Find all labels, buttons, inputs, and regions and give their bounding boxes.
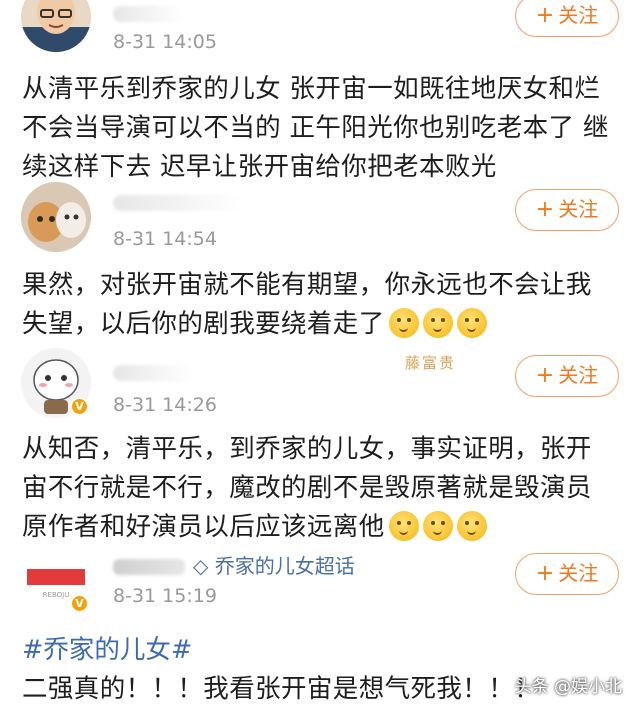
avatar[interactable] bbox=[21, 182, 91, 252]
follow-label: 关注 bbox=[558, 197, 599, 221]
plus-icon: + bbox=[535, 561, 555, 586]
comment-text: 果然，对张开宙就不能有期望，你永远也不会让我 失望，以后你的剧我要绕着走了 bbox=[22, 266, 627, 344]
header-decoration: 藤富贵 bbox=[405, 354, 457, 372]
comment-time: 8-31 14:54 bbox=[113, 228, 217, 250]
emoji-icon bbox=[388, 308, 419, 338]
comment-time: 8-31 14:05 bbox=[113, 31, 217, 53]
follow-button[interactable]: + 关注 bbox=[515, 189, 619, 231]
nickname[interactable] bbox=[113, 195, 243, 211]
follow-button[interactable]: + 关注 bbox=[515, 0, 619, 37]
comment-time: 8-31 15:19 bbox=[113, 585, 217, 607]
follow-button[interactable]: + 关注 bbox=[515, 553, 619, 595]
hashtag-link[interactable]: #乔家的儿女# bbox=[22, 629, 192, 666]
emoji-icon bbox=[456, 511, 487, 541]
avatar[interactable] bbox=[21, 0, 91, 52]
comment-body: 果然，对张开宙就不能有期望，你永远也不会让我 失望，以后你的剧我要绕着走了 bbox=[22, 270, 592, 339]
plus-icon: + bbox=[535, 363, 555, 388]
emoji-icon bbox=[422, 511, 453, 541]
emoji-icon bbox=[388, 511, 419, 541]
verified-badge: V bbox=[70, 397, 89, 416]
avatar-text: REBOJU bbox=[43, 591, 70, 599]
comment-text: 二强真的！！！我看张开宙是想气死我！！！ bbox=[22, 674, 541, 704]
cats-avatar-icon bbox=[21, 182, 91, 252]
verified-badge: V bbox=[70, 594, 89, 613]
follow-label: 关注 bbox=[558, 561, 599, 585]
nickname[interactable] bbox=[113, 559, 185, 575]
plus-icon: + bbox=[535, 3, 555, 28]
topic-row[interactable]: ◇ 乔家的儿女超话 bbox=[113, 550, 355, 579]
comment-time: 8-31 14:26 bbox=[113, 394, 217, 416]
emoji-icon bbox=[422, 308, 453, 338]
comment-body: 从知否，清平乐，到乔家的儿女，事实证明，张开 宙不行就是不行，魔改的剧不是毁原著… bbox=[22, 434, 592, 542]
watermark: 头条 @娱小北 bbox=[514, 677, 622, 697]
follow-button[interactable]: + 关注 bbox=[515, 355, 619, 397]
plus-icon: + bbox=[535, 197, 555, 222]
topic-link[interactable]: 乔家的儿女超话 bbox=[215, 554, 355, 578]
nickname[interactable] bbox=[113, 365, 193, 381]
follow-label: 关注 bbox=[558, 3, 599, 27]
nickname[interactable] bbox=[113, 6, 183, 22]
diamond-icon: ◇ bbox=[193, 554, 209, 578]
follow-label: 关注 bbox=[558, 363, 599, 387]
comment-text: 从清平乐到乔家的儿女 张开宙一如既往地厌女和烂 不会当导演可以不当的 正午阳光你… bbox=[22, 74, 609, 182]
bald-man-avatar-icon bbox=[21, 0, 91, 52]
emoji-icon bbox=[456, 308, 487, 338]
comment-text: 从知否，清平乐，到乔家的儿女，事实证明，张开 宙不行就是不行，魔改的剧不是毁原著… bbox=[22, 430, 627, 547]
